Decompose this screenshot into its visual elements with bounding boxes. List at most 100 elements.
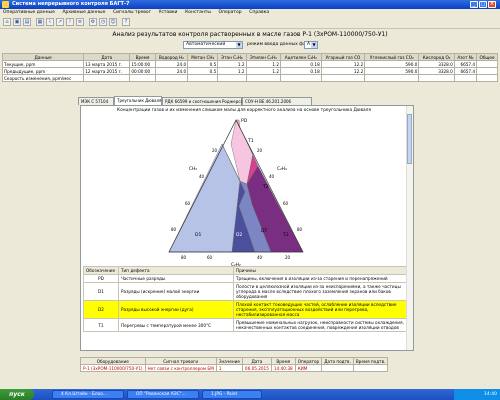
menu-archive[interactable]: Архивные данные [59, 9, 108, 17]
user-icon[interactable]: ☺ [109, 18, 117, 26]
column-header: Углекислый газ CO₂ [364, 53, 420, 61]
toolbar: ⌂ ▣ ▤ ▦ ⌇ ↗ ! ≡ ⚙ ◷ ☺ ? [0, 17, 500, 29]
table-header-row: Данные Дата Время Водород Н₂ Метан CH₄ Этан C… [1, 53, 498, 61]
table-cell: Скорость изменения, ppm/мес [1, 74, 85, 82]
tab-iec[interactable]: МЭК С 57104 [78, 97, 114, 105]
tick-left-20: 20 [212, 148, 218, 153]
defect-code: D2 [83, 300, 119, 319]
table-cell [321, 364, 354, 372]
menu-constants[interactable]: Константы [182, 9, 214, 17]
defect-cause: Трещины, включения в изоляции из-за стар… [233, 274, 407, 283]
trend-icon[interactable]: ↗ [56, 18, 64, 26]
scrollbar-thumb[interactable] [407, 114, 412, 164]
minimize-button[interactable]: _ [470, 1, 478, 8]
duval-caption: Концентрации газов и их изменения слишко… [117, 108, 371, 113]
table-header-row: Оборудование Сигнал тревоги Значение Дата Вр… [80, 357, 389, 365]
table-cell: 12.2 [320, 60, 366, 68]
tick-right-20: 20 [257, 148, 263, 153]
menu-bar: Оперативные данные Архивные данные Сигна… [0, 9, 500, 17]
column-header: Дата подтв. [321, 357, 354, 365]
column-header: Данные [1, 53, 85, 61]
axis-right-label: C₂H₄ [277, 166, 287, 172]
help-icon[interactable]: ? [122, 18, 130, 26]
panel-scrollbar[interactable] [406, 106, 413, 350]
table-cell [320, 74, 366, 82]
defect-code: T1 [83, 318, 119, 332]
tab-rogers[interactable]: РДК 66599 и соотношения Роджерса [162, 97, 243, 105]
menu-operator[interactable]: Оператор [216, 9, 245, 17]
defect-row[interactable]: T1 Перегревы с температурой менее 300°С Пр… [83, 318, 407, 332]
tick-left-40: 40 [199, 174, 205, 179]
title-bar: Система непрерывного контроля БАГТ-7 _ □… [0, 0, 500, 9]
tick-right-80: 80 [297, 227, 303, 232]
table-cell: 1.2 [217, 67, 247, 75]
zone-label-dt: DT [261, 228, 267, 234]
zone-d1 [168, 143, 241, 253]
mode-select[interactable]: Автоматический ▼ [183, 41, 243, 49]
table-cell [476, 67, 498, 75]
column-header: Метан CH₄ [187, 53, 219, 61]
defect-row[interactable]: D2 Разряды высокой энергии (дуга) Плохой к… [83, 300, 407, 319]
table-cell: 00:00:00 [129, 67, 156, 75]
zone-label-pd: PD [241, 118, 248, 124]
chart-icon[interactable]: ⌇ [46, 18, 54, 26]
start-button[interactable]: пуск [0, 389, 34, 400]
table-icon[interactable]: ▦ [36, 18, 44, 26]
phase-select[interactable]: A ▼ [304, 41, 318, 49]
print-icon[interactable]: ▤ [23, 18, 31, 26]
app-icon [2, 1, 9, 8]
table-cell: 590.0 [364, 60, 420, 68]
table-cell [476, 74, 498, 82]
table-cell: 3328.0 [418, 60, 455, 68]
column-header: Время [129, 53, 156, 61]
table-cell [187, 74, 219, 82]
zone-label-t2: T2 [262, 184, 269, 190]
home-icon[interactable]: ⌂ [3, 18, 11, 26]
column-header: Угарный газ CO [320, 53, 366, 61]
table-cell: 0.18 [280, 60, 322, 68]
settings-icon[interactable]: ⚙ [89, 18, 97, 26]
table-cell: 590.0 [364, 67, 420, 75]
table-cell [217, 74, 247, 82]
close-button[interactable]: × [488, 1, 496, 8]
tick-right-60: 60 [283, 201, 289, 206]
tab-sou[interactable]: СОУ-Н ВЕ 46.201.2006 [242, 97, 312, 105]
phase-select-value: A [307, 42, 311, 47]
save-icon[interactable]: ▣ [13, 18, 21, 26]
tab-duval[interactable]: Треугольник Дюваля [114, 96, 162, 105]
list-icon[interactable]: ≡ [76, 18, 84, 26]
column-header: Время подтв. [352, 357, 389, 365]
taskbar-item-2[interactable]: ОП "Ровенская АЭС"... [127, 390, 199, 399]
menu-help[interactable]: Справка [246, 9, 272, 17]
clock-icon[interactable]: ◷ [99, 18, 107, 26]
defect-row[interactable]: D1 Разряды (искрение) малой энергии Полост… [83, 282, 407, 301]
duval-triangle: PD T1 T2 T3 D1 D2 DT CH₄ C₂H₄ C₂H₂ 20 40… [168, 118, 304, 268]
maximize-button[interactable]: □ [479, 1, 487, 8]
column-header: Сигнал тревоги [144, 357, 217, 365]
table-cell: 0.5 [187, 67, 219, 75]
zone-label-d2: D2 [236, 232, 242, 238]
taskbar-item-1[interactable]: 4 Кл.Штайн - Блоо... [52, 390, 124, 399]
table-cell: 24.0 [154, 67, 189, 75]
alarm-row[interactable]: Р-1 (3хРОМ-110000/750-У1) Нет связи с кон… [80, 364, 389, 372]
table-cell: 12.2 [320, 67, 366, 75]
defect-code: PD [83, 274, 119, 283]
page-title: Анализ результатов контроля растворенных… [112, 31, 388, 38]
menu-alarms[interactable]: Сигналы тревог [110, 9, 154, 17]
table-cell: 0.18 [280, 67, 322, 75]
tick-right-40: 40 [269, 174, 275, 179]
menu-settings[interactable]: Уставки [156, 9, 181, 17]
chevron-down-icon: ▼ [311, 42, 317, 48]
gas-concentration-table: Данные Дата Время Водород Н₂ Метан CH₄ Этан C… [1, 53, 498, 82]
warning-icon[interactable]: ! [66, 18, 74, 26]
table-row: Скорость изменения, ppm/мес [1, 74, 498, 82]
chevron-down-icon: ▼ [236, 42, 242, 48]
taskbar-item-3[interactable]: 1.JPG - Paint [202, 390, 262, 399]
system-tray-clock: 14:40 [454, 389, 500, 400]
menu-operative[interactable]: Оперативные данные [0, 9, 58, 17]
defect-cause: Плохой контакт токоведущих частей, ослаб… [233, 300, 407, 319]
table-cell: 1.2 [245, 67, 282, 75]
table-cell: Нет связи с контроллером БМ [144, 364, 217, 372]
tick-bottom-80: 80 [181, 255, 187, 260]
defect-row[interactable]: PD Частичные разряды Трещины, включения в … [83, 274, 407, 283]
